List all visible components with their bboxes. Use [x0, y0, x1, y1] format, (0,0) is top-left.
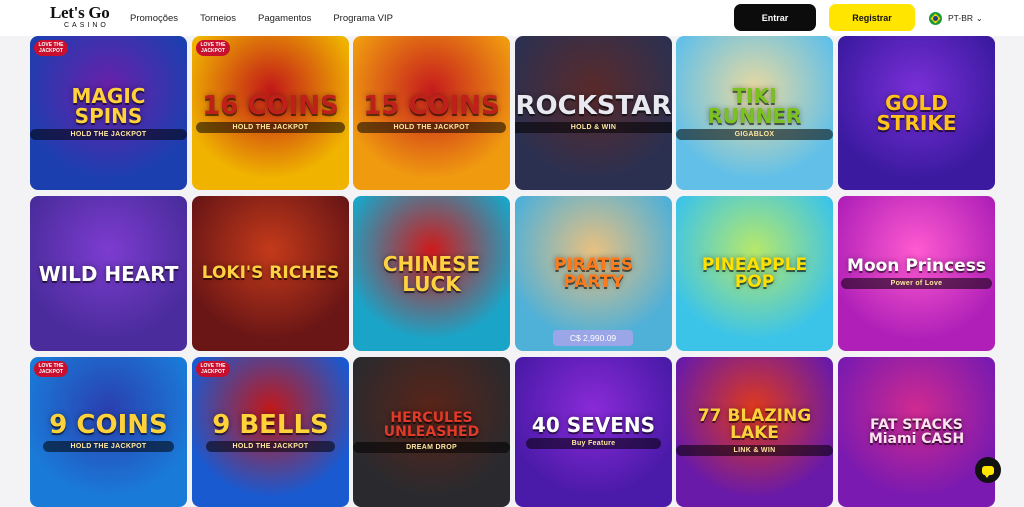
- main-nav: Promoções Torneios Pagamentos Programa V…: [130, 0, 415, 36]
- game-badge: LOVE THE JACKPOT: [34, 361, 68, 377]
- game-subtitle: Buy Feature: [525, 438, 662, 449]
- game-title: TIKI RUNNER: [707, 84, 802, 128]
- game-subtitle: HOLD THE JACKPOT: [357, 122, 506, 133]
- game-title: PINEAPPLE POP: [701, 254, 808, 292]
- brazil-flag-icon: [929, 11, 942, 25]
- chevron-down-icon: ⌄: [976, 13, 983, 23]
- header-bar: Let's Go CASINO Promoções Torneios Pagam…: [0, 0, 1024, 36]
- game-title-block: ROCKSTAR HOLD & WIN: [515, 93, 672, 133]
- game-title: Moon Princess: [847, 256, 986, 276]
- game-title-block: LOKI'S RICHES: [196, 265, 346, 282]
- game-title: ROCKSTAR: [515, 91, 672, 121]
- game-title-block: 40 SEVENS Buy Feature: [525, 413, 662, 449]
- game-title-block: MAGIC SPINS HOLD THE JACKPOT: [30, 86, 187, 140]
- game-title-block: WILD HEART: [33, 264, 185, 284]
- game-subtitle: HOLD THE JACKPOT: [196, 122, 345, 133]
- language-label: PT-BR: [948, 13, 974, 23]
- game-subtitle: GIGABLOX: [676, 129, 833, 140]
- game-title-block: GOLD STRIKE: [838, 93, 995, 133]
- game-subtitle: DREAM DROP: [353, 442, 510, 453]
- game-tile[interactable]: ROCKSTAR HOLD & WIN: [515, 36, 672, 190]
- game-title: MAGIC SPINS: [71, 84, 146, 128]
- jackpot-price-badge: C$ 2,990.09: [553, 330, 633, 346]
- game-tile[interactable]: PINEAPPLE POP: [676, 196, 833, 351]
- chat-bubble-icon: [982, 465, 994, 478]
- game-title-block: CHINESE LUCK: [353, 254, 510, 294]
- game-badge: LOVE THE JACKPOT: [196, 40, 230, 56]
- game-tile[interactable]: Moon Princess Power of Love: [838, 196, 995, 351]
- game-subtitle: LINK & WIN: [676, 445, 833, 456]
- logo-sub-text: CASINO: [64, 22, 109, 29]
- game-title-block: Moon Princess Power of Love: [841, 258, 992, 289]
- chat-button[interactable]: [975, 457, 1001, 483]
- game-tile[interactable]: TIKI RUNNER GIGABLOX: [676, 36, 833, 190]
- game-tile[interactable]: LOVE THE JACKPOT 9 BELLS HOLD THE JACKPOT: [192, 357, 349, 507]
- game-subtitle: HOLD & WIN: [515, 122, 672, 133]
- login-button[interactable]: Entrar: [734, 4, 816, 31]
- game-tile[interactable]: 77 BLAZING LAKE LINK & WIN: [676, 357, 833, 507]
- game-title: 15 COINS: [363, 91, 500, 121]
- game-title: 9 COINS: [49, 410, 168, 440]
- nav-pagamentos[interactable]: Pagamentos: [258, 13, 311, 24]
- game-tile[interactable]: GOLD STRIKE: [838, 36, 995, 190]
- game-tile[interactable]: LOVE THE JACKPOT MAGIC SPINS HOLD THE JACK…: [30, 36, 187, 190]
- game-title: PIRATES PARTY: [553, 254, 634, 292]
- game-title-block: HERCULES UNLEASHED DREAM DROP: [353, 411, 510, 453]
- game-title: HERCULES UNLEASHED: [383, 410, 480, 440]
- logo-main-text: Let's Go: [50, 3, 110, 22]
- game-tile[interactable]: PIRATES PARTY C$ 2,990.09: [515, 196, 672, 351]
- game-title-block: FAT STACKS Miami CASH: [838, 418, 995, 446]
- game-tile[interactable]: 40 SEVENS Buy Feature: [515, 357, 672, 507]
- register-button[interactable]: Registrar: [829, 4, 915, 31]
- game-title: FAT STACKS Miami CASH: [868, 417, 965, 447]
- nav-promocoes[interactable]: Promoções: [130, 13, 178, 24]
- game-title: 40 SEVENS: [531, 413, 656, 437]
- game-title: WILD HEART: [38, 261, 179, 286]
- game-title: 77 BLAZING LAKE: [697, 406, 812, 443]
- game-title: GOLD STRIKE: [876, 91, 957, 135]
- game-title-block: PINEAPPLE POP: [676, 254, 833, 292]
- game-title: 9 BELLS: [212, 410, 329, 440]
- game-subtitle: HOLD THE JACKPOT: [30, 129, 187, 140]
- game-title: CHINESE LUCK: [382, 251, 481, 296]
- game-subtitle: HOLD THE JACKPOT: [43, 441, 174, 452]
- game-subtitle: Power of Love: [841, 278, 992, 289]
- game-tile[interactable]: LOVE THE JACKPOT 9 COINS HOLD THE JACKPOT: [30, 357, 187, 507]
- nav-programa-vip[interactable]: Programa VIP: [333, 13, 393, 24]
- game-title-block: 77 BLAZING LAKE LINK & WIN: [676, 408, 833, 456]
- game-tile[interactable]: HERCULES UNLEASHED DREAM DROP: [353, 357, 510, 507]
- game-title-block: 9 COINS HOLD THE JACKPOT: [43, 412, 174, 452]
- game-badge: LOVE THE JACKPOT: [34, 40, 68, 56]
- game-title-block: 9 BELLS HOLD THE JACKPOT: [206, 412, 335, 452]
- game-title-block: 15 COINS HOLD THE JACKPOT: [357, 93, 506, 133]
- game-tile[interactable]: LOVE THE JACKPOT 16 COINS HOLD THE JACKPOT: [192, 36, 349, 190]
- game-subtitle: HOLD THE JACKPOT: [206, 441, 335, 452]
- game-tile[interactable]: LOKI'S RICHES: [192, 196, 349, 351]
- game-title: LOKI'S RICHES: [201, 263, 340, 283]
- game-title: 16 COINS: [202, 91, 339, 121]
- game-tile[interactable]: 15 COINS HOLD THE JACKPOT: [353, 36, 510, 190]
- site-logo[interactable]: Let's Go CASINO: [50, 4, 112, 32]
- game-tile[interactable]: WILD HEART: [30, 196, 187, 351]
- game-tile[interactable]: FAT STACKS Miami CASH: [838, 357, 995, 507]
- game-title-block: TIKI RUNNER GIGABLOX: [676, 86, 833, 140]
- game-tile[interactable]: CHINESE LUCK: [353, 196, 510, 351]
- language-selector[interactable]: PT-BR ⌄: [929, 10, 983, 26]
- game-title-block: 16 COINS HOLD THE JACKPOT: [196, 93, 345, 133]
- game-badge: LOVE THE JACKPOT: [196, 361, 230, 377]
- nav-torneios[interactable]: Torneios: [200, 13, 236, 24]
- game-title-block: PIRATES PARTY: [515, 254, 672, 292]
